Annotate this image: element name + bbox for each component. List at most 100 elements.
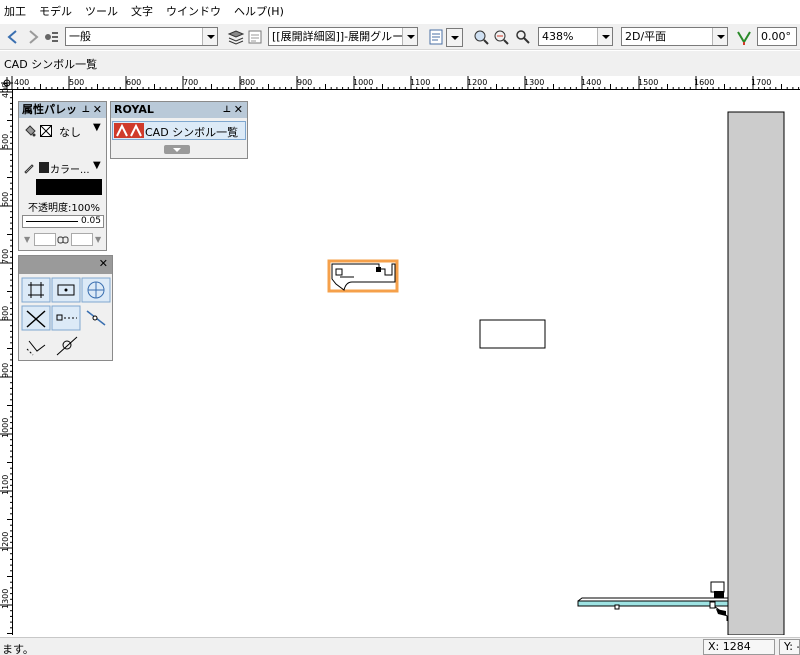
wall-section[interactable] xyxy=(727,111,785,635)
bracket-fixing xyxy=(714,591,724,598)
close-icon[interactable]: ✕ xyxy=(93,102,102,118)
pin-icon[interactable]: ⊥ xyxy=(223,102,231,118)
chevron-down-icon[interactable]: ▼ xyxy=(24,235,30,244)
arrowhead-row[interactable]: ▼ ▼ xyxy=(22,233,104,247)
horizontal-ruler: 400 500 600 700 800 900 1000 1100 1200 1… xyxy=(0,76,800,90)
zoom-select[interactable]: 438% xyxy=(538,27,613,46)
class-select[interactable]: 一般 xyxy=(65,27,218,46)
shelf-board[interactable] xyxy=(577,600,729,607)
royal-palette-titlebar[interactable]: ROYAL ⊥ ✕ xyxy=(111,102,247,118)
forward-arrow-icon[interactable] xyxy=(24,28,42,46)
hruler-label: 400 xyxy=(14,78,30,87)
view-select-value: 2D/平面 xyxy=(625,30,667,43)
ruler-origin-icon[interactable] xyxy=(0,76,14,90)
hruler-label: 1200 xyxy=(467,78,488,87)
pen-color-bar[interactable] xyxy=(36,179,102,195)
zoom-fit-icon[interactable] xyxy=(472,28,490,46)
zoom-select-value: 438% xyxy=(542,30,574,43)
sheet-icon[interactable] xyxy=(428,28,444,46)
snap-object-button[interactable] xyxy=(51,277,81,303)
vruler-label: 1000 xyxy=(1,417,10,438)
bracket-fixing xyxy=(716,609,726,616)
angle-field-value: 0.00° xyxy=(761,30,791,43)
fill-none-swatch-icon xyxy=(40,125,52,137)
menu-item-tool[interactable]: ツール xyxy=(81,0,127,24)
snap-smart-point-button[interactable] xyxy=(56,336,78,356)
bracket-fixing xyxy=(710,581,725,593)
end-marker-field[interactable] xyxy=(71,233,93,246)
menu-item-edit[interactable]: 加工 xyxy=(0,0,35,24)
cad-symbol-list-item[interactable]: CAD シンボル一覧 xyxy=(112,121,246,140)
close-icon[interactable]: ✕ xyxy=(99,256,108,272)
pen-row[interactable]: カラー... ▼ xyxy=(23,160,105,176)
vruler-label: 900 xyxy=(1,362,10,378)
symbol-detail xyxy=(335,268,343,276)
menu-item-model[interactable]: モデル xyxy=(35,0,81,24)
royal-logo-icon xyxy=(114,123,144,138)
rectangle-object[interactable] xyxy=(479,319,546,349)
back-arrow-icon[interactable] xyxy=(4,28,22,46)
layer-select[interactable]: [[展開詳細図]]-展開グルー... xyxy=(268,27,418,46)
pen-style-label: カラー... xyxy=(50,165,90,176)
snap-buttons xyxy=(21,277,111,356)
sheet-dropdown[interactable] xyxy=(446,28,463,47)
document-title: CAD シンボル一覧 xyxy=(4,58,98,71)
hruler-label: 1000 xyxy=(353,78,374,87)
hruler-label: 1700 xyxy=(751,78,772,87)
line-weight-value: 0.05 xyxy=(80,216,101,226)
close-icon[interactable]: ✕ xyxy=(234,102,243,118)
chevron-down-icon[interactable]: ▼ xyxy=(93,160,101,171)
opacity-label: 不透明度:100% xyxy=(28,203,100,214)
fill-row[interactable]: なし ▼ xyxy=(23,122,105,140)
hruler-label: 1600 xyxy=(694,78,715,87)
drawing-canvas[interactable] xyxy=(14,91,800,635)
fill-style-label: なし xyxy=(59,126,81,139)
drawing-area[interactable] xyxy=(14,91,800,635)
chevron-down-icon xyxy=(712,28,727,45)
chevron-down-icon[interactable]: ▼ xyxy=(95,235,101,244)
shelf-detail xyxy=(709,601,716,609)
cad-symbol-list-label: CAD シンボル一覧 xyxy=(145,126,239,139)
snap-distance-button[interactable] xyxy=(51,305,81,331)
chevron-down-icon[interactable]: ▼ xyxy=(93,122,101,133)
start-marker-field[interactable] xyxy=(34,233,56,246)
layer-options-icon[interactable] xyxy=(246,28,264,46)
attribute-palette-titlebar[interactable]: 属性パレッ ⊥ ✕ xyxy=(19,102,106,118)
snap-tangent-button[interactable] xyxy=(86,310,106,326)
snap-perpendicular-button[interactable] xyxy=(26,340,46,356)
vruler-label: 500 xyxy=(1,133,10,149)
vruler-label: 1200 xyxy=(1,531,10,552)
snap-angle-button[interactable] xyxy=(81,277,111,303)
view-toolbar: 一般 [[展開詳細図]]-展開グルー... 438% 2D/平面 0.00° xyxy=(0,24,800,50)
layer-select-value: [[展開詳細図]]-展開グルー... xyxy=(272,30,414,43)
menu-bar: 加工 モデル ツール 文字 ウインドウ ヘルプ(H) xyxy=(0,0,800,24)
vruler-label: 600 xyxy=(1,191,10,207)
angle-field[interactable]: 0.00° xyxy=(757,27,797,46)
snap-intersection-button[interactable] xyxy=(21,305,51,331)
line-weight-field[interactable]: 0.05 xyxy=(22,215,104,228)
class-select-value: 一般 xyxy=(69,30,91,43)
hruler-label: 1400 xyxy=(581,78,602,87)
snap-grid-button[interactable] xyxy=(21,277,51,303)
hruler-label: 900 xyxy=(297,78,313,87)
layer-stack-icon[interactable] xyxy=(227,28,245,46)
paint-bucket-icon xyxy=(25,125,36,137)
hruler-label: 1300 xyxy=(524,78,545,87)
zoom-icon[interactable] xyxy=(514,28,532,46)
menu-item-window[interactable]: ウインドウ xyxy=(162,0,230,24)
menu-item-text[interactable]: 文字 xyxy=(127,0,162,24)
hruler-label: 800 xyxy=(240,78,256,87)
vruler-label: 700 xyxy=(1,248,10,264)
snap-palette-titlebar[interactable]: ✕ xyxy=(19,256,112,274)
view-select[interactable]: 2D/平面 xyxy=(621,27,728,46)
pin-icon[interactable]: ⊥ xyxy=(82,102,90,118)
vruler-label: 800 xyxy=(1,305,10,321)
hruler-label: 1500 xyxy=(638,78,659,87)
menu-item-help[interactable]: ヘルプ(H) xyxy=(230,0,293,24)
class-icon[interactable] xyxy=(42,28,60,46)
expand-button[interactable] xyxy=(164,145,190,154)
zoom-selection-icon[interactable] xyxy=(492,28,510,46)
link-icon[interactable] xyxy=(57,236,69,244)
rotate-plan-icon[interactable] xyxy=(735,28,753,46)
chevron-down-icon xyxy=(597,28,612,45)
